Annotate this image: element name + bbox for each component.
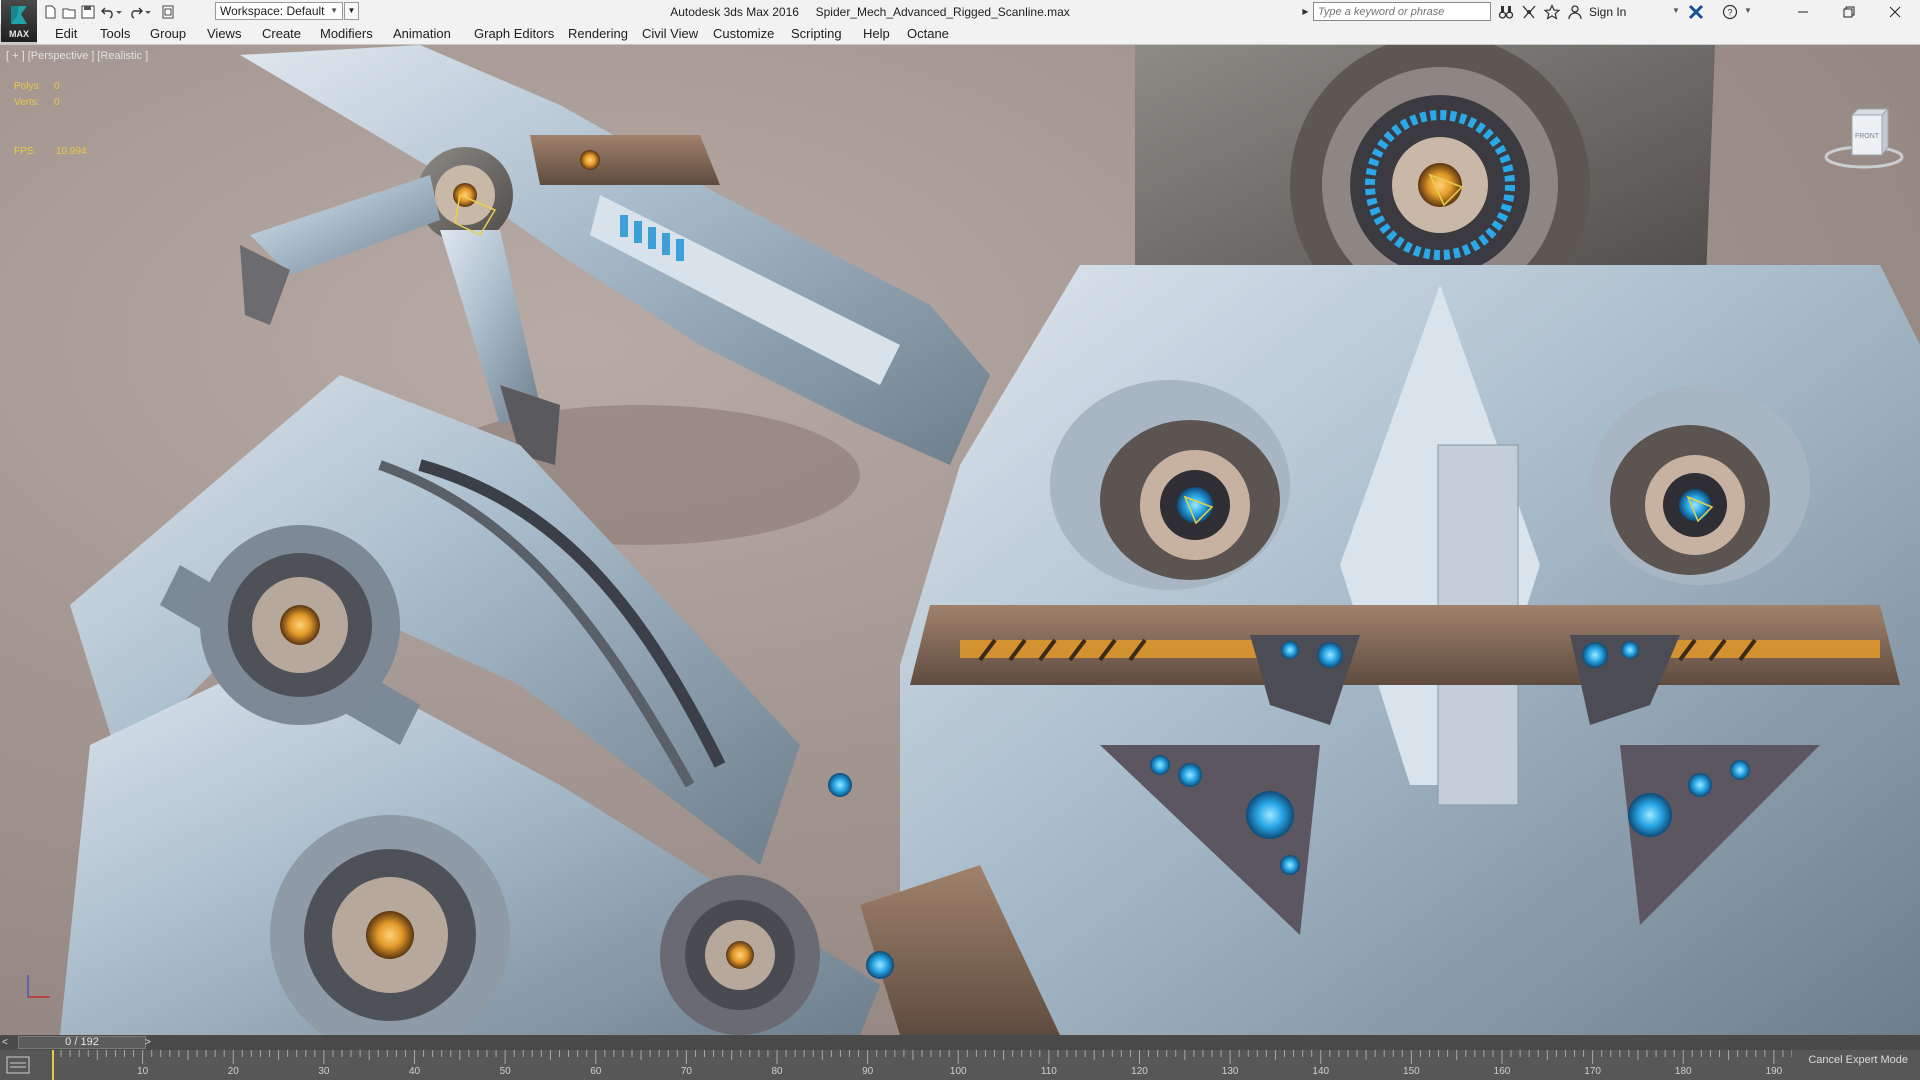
menu-edit[interactable]: Edit — [55, 24, 77, 44]
search-input[interactable] — [1313, 2, 1491, 21]
menu-octane[interactable]: Octane — [907, 24, 949, 44]
restore-icon[interactable] — [1826, 0, 1872, 24]
verts-label: Verts: — [14, 97, 40, 108]
menu-bar: Edit Tools Group Views Create Modifiers … — [37, 24, 1920, 45]
frame-ruler[interactable] — [52, 1050, 1792, 1080]
search-expand-icon[interactable]: ▶ — [1299, 2, 1312, 22]
logo-caption: MAX — [9, 29, 29, 39]
frame-tick-label: 150 — [1403, 1066, 1420, 1077]
time-slider-prev-button[interactable]: < — [2, 1035, 8, 1050]
menu-graph-editors[interactable]: Graph Editors — [474, 24, 554, 44]
time-slider-next-button[interactable]: > — [145, 1035, 151, 1050]
frame-tick-label: 110 — [1040, 1066, 1057, 1077]
menu-scripting[interactable]: Scripting — [791, 24, 842, 44]
polys-value: 0 — [54, 81, 60, 92]
workspace-value: Workspace: Default — [220, 4, 325, 18]
open-file-icon[interactable] — [59, 2, 79, 22]
time-slider[interactable]: < 0 / 192 > — [0, 1035, 1920, 1050]
frame-tick-label: 50 — [499, 1066, 511, 1077]
menu-create[interactable]: Create — [262, 24, 301, 44]
frame-tick-label: 10 — [137, 1066, 149, 1077]
frame-tick-label: 130 — [1221, 1066, 1239, 1077]
viewcube-face-label: FRONT — [1855, 133, 1880, 140]
frame-tick-label: 20 — [227, 1066, 239, 1077]
minimize-icon[interactable] — [1780, 0, 1826, 24]
cancel-expert-mode-button[interactable]: Cancel Expert Mode — [1808, 1054, 1908, 1066]
perspective-viewport[interactable]: [ + ] [Perspective ] [Realistic ] Polys:… — [0, 45, 1920, 1035]
viewport-label-menu[interactable]: [ + ] [Perspective ] [Realistic ] — [6, 50, 148, 62]
project-folder-icon[interactable] — [158, 2, 178, 22]
polys-stat: Polys: 0 — [14, 81, 60, 92]
communication-center-icon[interactable] — [1520, 3, 1538, 21]
frame-tick-label: 40 — [408, 1066, 421, 1077]
menu-civil-view[interactable]: Civil View — [642, 24, 698, 44]
workspace-dropdown[interactable]: Workspace: Default ▼ — [215, 2, 343, 20]
open-mini-curve-editor-icon[interactable] — [6, 1056, 30, 1074]
menu-views[interactable]: Views — [207, 24, 241, 44]
frame-tick-label: 170 — [1584, 1066, 1601, 1077]
help-icon[interactable]: ? — [1721, 3, 1739, 21]
frame-tick-label: 100 — [949, 1066, 967, 1077]
frame-tick-label: 160 — [1493, 1066, 1511, 1077]
exchange-apps-icon[interactable] — [1687, 3, 1705, 21]
fps-value: 10.994 — [56, 146, 87, 157]
track-bar[interactable]: Cancel Expert Mode 10 20 30 40 50 60 70 80 90 100… — [0, 1050, 1920, 1080]
application-menu-button[interactable]: MAX — [1, 0, 37, 42]
frame-tick-label: 60 — [590, 1066, 602, 1077]
window-title: Autodesk 3ds Max 2016 Spider_Mech_Advanc… — [670, 5, 1070, 19]
current-frame-marker[interactable] — [52, 1050, 54, 1080]
frame-tick-label: 70 — [680, 1066, 692, 1077]
verts-stat: Verts: 0 — [14, 97, 60, 108]
title-bar: MAX Workspace: Default ▼ ▼ Autodesk 3ds … — [0, 0, 1920, 42]
polys-label: Polys: — [14, 81, 42, 92]
axis-tripod-icon — [27, 975, 50, 998]
frame-tick-label: 190 — [1765, 1066, 1783, 1077]
customize-quick-access-button[interactable]: ▼ — [344, 2, 359, 20]
chevron-down-icon[interactable]: ▼ — [1744, 6, 1752, 15]
verts-value: 0 — [54, 97, 60, 108]
menu-rendering[interactable]: Rendering — [568, 24, 628, 44]
new-file-icon[interactable] — [40, 2, 60, 22]
menu-help[interactable]: Help — [863, 24, 890, 44]
menu-group[interactable]: Group — [150, 24, 186, 44]
redo-dropdown-icon[interactable] — [143, 2, 153, 22]
frame-tick-label: 140 — [1312, 1066, 1330, 1077]
3ds-max-logo-icon — [11, 6, 27, 24]
menu-tools[interactable]: Tools — [100, 24, 130, 44]
user-icon[interactable] — [1566, 3, 1584, 21]
menu-animation[interactable]: Animation — [393, 24, 451, 44]
frame-tick-label: 90 — [862, 1066, 874, 1077]
favorites-star-icon[interactable] — [1543, 3, 1561, 21]
save-icon[interactable] — [78, 2, 98, 22]
sign-in-link[interactable]: Sign In — [1589, 5, 1626, 19]
frame-tick-label: 120 — [1131, 1066, 1148, 1077]
frame-tick-label: 180 — [1674, 1066, 1692, 1077]
frame-tick-label: 30 — [318, 1066, 330, 1077]
frame-tick-label: 80 — [771, 1066, 783, 1077]
chevron-down-icon[interactable]: ▼ — [1672, 6, 1680, 15]
chevron-down-icon: ▼ — [330, 6, 338, 15]
viewcube[interactable]: FRONT — [1822, 85, 1906, 175]
robot-render-image — [60, 45, 1920, 1035]
fps-stat: FPS: 10.994 — [14, 146, 87, 157]
svg-text:?: ? — [1727, 8, 1732, 18]
undo-dropdown-icon[interactable] — [114, 2, 124, 22]
close-icon[interactable] — [1872, 0, 1918, 24]
binoculars-icon[interactable] — [1497, 3, 1515, 21]
menu-customize[interactable]: Customize — [713, 24, 774, 44]
menu-modifiers[interactable]: Modifiers — [320, 24, 373, 44]
time-slider-thumb[interactable]: 0 / 192 — [18, 1036, 146, 1049]
fps-label: FPS: — [14, 146, 37, 157]
